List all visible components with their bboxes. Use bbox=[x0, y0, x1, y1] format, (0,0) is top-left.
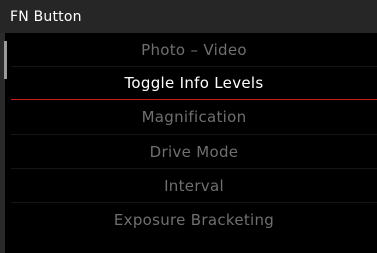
menu-item-photo-video[interactable]: Photo – Video bbox=[11, 33, 377, 66]
menu-item-label: Photo – Video bbox=[141, 40, 247, 59]
menu-item-interval[interactable]: Interval bbox=[11, 168, 377, 202]
menu-item-magnification[interactable]: Magnification bbox=[11, 100, 377, 134]
page-title: FN Button bbox=[10, 9, 82, 25]
fn-button-options-list: Photo – Video Toggle Info Levels Magnifi… bbox=[11, 33, 377, 253]
scrollbar-thumb[interactable] bbox=[4, 41, 7, 79]
menu-item-label: Magnification bbox=[141, 108, 247, 126]
menu-item-exposure-bracketing[interactable]: Exposure Bracketing bbox=[11, 202, 377, 236]
camera-menu-screen: FN Button Photo – Video Toggle Info Leve… bbox=[0, 0, 377, 253]
menu-item-label: Interval bbox=[164, 176, 224, 195]
menu-item-label: Exposure Bracketing bbox=[113, 210, 275, 229]
menu-item-label: Toggle Info Levels bbox=[124, 74, 264, 92]
menu-item-label: Drive Mode bbox=[149, 142, 239, 161]
menu-item-toggle-info-levels[interactable]: Toggle Info Levels bbox=[11, 66, 377, 100]
menu-item-drive-mode[interactable]: Drive Mode bbox=[11, 134, 377, 168]
title-bar: FN Button bbox=[0, 0, 377, 33]
